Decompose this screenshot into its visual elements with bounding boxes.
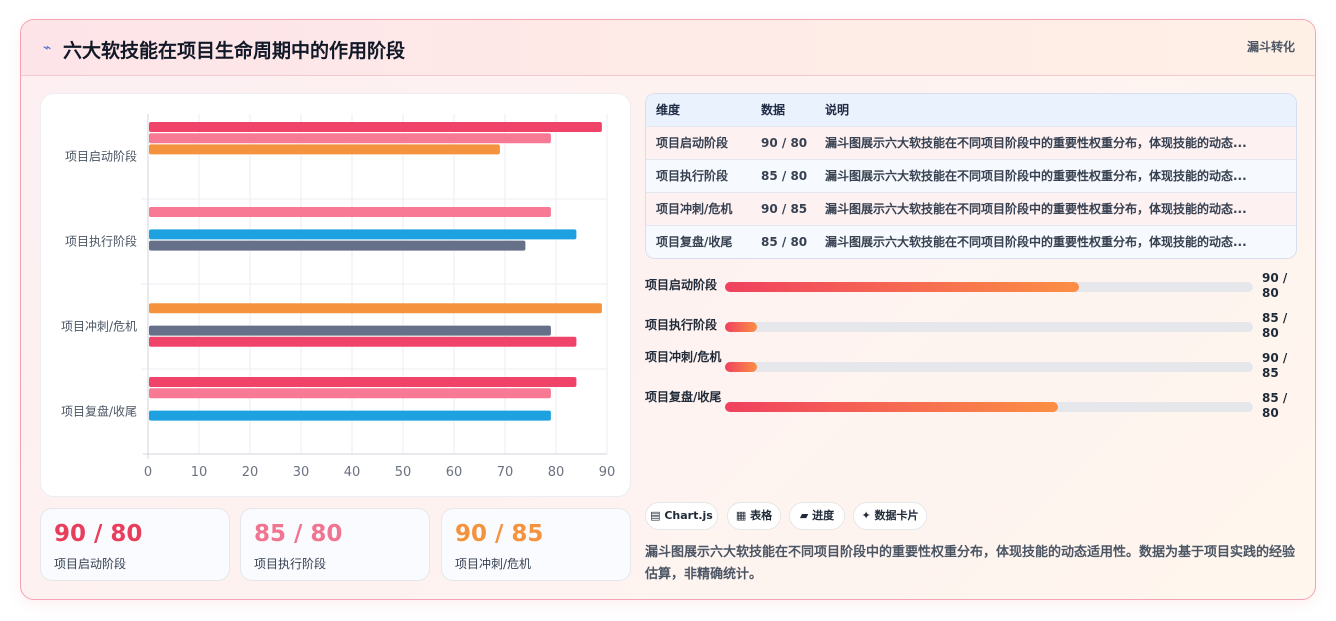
cell-dimension: 项目冲刺/危机 <box>656 202 733 216</box>
chip-chartjs[interactable]: ▤ Chart.js <box>645 502 718 530</box>
bar <box>149 240 526 251</box>
progress-track <box>725 282 1253 292</box>
progress-label: 项目执行阶段 <box>645 318 718 332</box>
bar <box>149 377 577 387</box>
bar <box>149 325 551 336</box>
cell-dimension: 项目复盘/收尾 <box>656 235 733 250</box>
progress-fill <box>725 322 757 332</box>
progress-label: 项目冲刺/危机 <box>645 350 722 364</box>
chart-type-tag: 漏斗转化 <box>1246 40 1295 54</box>
bar <box>149 122 602 132</box>
card-header: ⌁ 六大软技能在项目生命周期中的作用阶段 漏斗转化 <box>21 20 1315 76</box>
table-row: 项目冲刺/危机 90 / 85 漏斗图展示六大软技能在不同项目阶段中的重要性权重… <box>646 192 1296 225</box>
progress-label: 项目复盘/收尾 <box>645 390 722 404</box>
data-table: 维度 数据 说明 项目启动阶段 90 / 80 漏斗图展示六大软技能在不同项目阶… <box>645 93 1297 259</box>
cell-description: 漏斗图展示六大软技能在不同项目阶段中的重要性权重分布，体现技能的动态... <box>825 169 1247 183</box>
x-tick-label: 10 <box>191 465 208 480</box>
x-tick-label: 50 <box>395 465 412 480</box>
table-header-row: 维度 数据 说明 <box>646 94 1296 126</box>
bar <box>149 336 577 347</box>
x-tick-label: 40 <box>344 465 361 480</box>
x-tick-label: 70 <box>497 465 514 480</box>
x-tick-label: 60 <box>446 465 463 480</box>
progress-value: 90 /80 <box>1262 271 1288 300</box>
chip-data-card[interactable]: ✦ 数据卡片 <box>853 502 927 530</box>
cell-data: 85 / 80 <box>761 234 808 249</box>
category-label: 项目启动阶段 <box>65 149 137 164</box>
cell-description: 漏斗图展示六大软技能在不同项目阶段中的重要性权重分布，体现技能的动态... <box>825 136 1247 150</box>
kpi-card-execution: 85 / 80 项目执行阶段 <box>240 508 430 581</box>
progress-label: 项目启动阶段 <box>645 278 718 292</box>
progress-row-review: 项目复盘/收尾 85 /80 <box>645 390 1305 428</box>
progress-fill <box>725 282 1079 292</box>
bar <box>149 229 577 240</box>
chip-progress[interactable]: ▰ 进度 <box>789 502 845 530</box>
progress-row-execution: 项目执行阶段 85 /80 <box>645 311 1305 348</box>
x-tick-label: 0 <box>144 465 152 480</box>
progress-value: 85 /80 <box>1262 311 1288 340</box>
cell-dimension: 项目启动阶段 <box>656 136 729 150</box>
table-row: 项目执行阶段 85 / 80 漏斗图展示六大软技能在不同项目阶段中的重要性权重分… <box>646 159 1296 192</box>
cell-description: 漏斗图展示六大软技能在不同项目阶段中的重要性权重分布，体现技能的动态... <box>825 202 1247 216</box>
progress-fill <box>725 402 1058 412</box>
bar <box>149 303 602 314</box>
bar-chart: 0 10 20 30 40 50 60 70 80 90 项目启动阶段项目执行阶段项目冲刺/危机项目… <box>61 114 616 480</box>
bar <box>149 410 551 421</box>
progress-value: 85 /80 <box>1262 391 1288 420</box>
kpi-card-startup: 90 / 80 项目启动阶段 <box>40 508 230 581</box>
bar <box>149 207 551 217</box>
category-label: 项目执行阶段 <box>65 234 137 249</box>
kpi-label: 项目执行阶段 <box>254 557 327 571</box>
main-card: ⌁ 六大软技能在项目生命周期中的作用阶段 漏斗转化 0 10 20 30 40 50 60 7… <box>20 19 1316 600</box>
table-row: 项目启动阶段 90 / 80 漏斗图展示六大软技能在不同项目阶段中的重要性权重分… <box>646 126 1296 159</box>
kpi-label: 项目冲刺/危机 <box>455 557 532 571</box>
progress-fill <box>725 362 757 372</box>
table-row: 项目复盘/收尾 85 / 80 漏斗图展示六大软技能在不同项目阶段中的重要性权重… <box>646 225 1296 258</box>
kpi-value: 90 / 85 <box>455 521 544 547</box>
progress-row-sprint: 项目冲刺/危机 90 /85 <box>645 350 1305 388</box>
progress-track <box>725 322 1253 332</box>
cell-dimension: 项目执行阶段 <box>656 169 729 183</box>
x-tick-label: 80 <box>548 465 565 480</box>
footnote: 漏斗图展示六大软技能在不同项目阶段中的重要性权重分布，体现技能的动态适用性。数据… <box>645 545 1296 582</box>
bar <box>149 133 551 144</box>
cell-data: 90 / 80 <box>761 135 808 150</box>
bar <box>149 144 500 155</box>
lightning-icon: ⌁ <box>43 40 52 56</box>
x-tick-label: 20 <box>242 465 259 480</box>
progress-value: 90 /85 <box>1262 351 1288 380</box>
bar <box>149 388 551 399</box>
cell-data: 85 / 80 <box>761 168 808 183</box>
kpi-card-sprint: 90 / 85 项目冲刺/危机 <box>441 508 631 581</box>
cell-description: 漏斗图展示六大软技能在不同项目阶段中的重要性权重分布，体现技能的动态... <box>825 235 1247 250</box>
kpi-label: 项目启动阶段 <box>54 557 127 571</box>
page-title: 六大软技能在项目生命周期中的作用阶段 <box>63 40 406 62</box>
progress-row-startup: 项目启动阶段 90 /80 <box>645 271 1305 308</box>
col-header-dimension: 维度 <box>656 103 681 118</box>
category-label: 项目复盘/收尾 <box>61 404 137 419</box>
cell-data: 90 / 85 <box>761 201 808 216</box>
x-tick-label: 30 <box>293 465 310 480</box>
progress-track <box>725 362 1253 372</box>
col-header-description: 说明 <box>825 103 850 118</box>
col-header-data: 数据 <box>761 103 786 118</box>
x-tick-label: 90 <box>599 465 616 480</box>
kpi-value: 90 / 80 <box>54 521 143 547</box>
chart-panel: 0 10 20 30 40 50 60 70 80 90 项目启动阶段 项目执行阶段 项目冲刺/危机 项目… <box>40 93 631 497</box>
chip-table[interactable]: ▦ 表格 <box>727 502 781 530</box>
category-label: 项目冲刺/危机 <box>61 319 137 334</box>
kpi-value: 85 / 80 <box>254 521 343 547</box>
progress-track <box>725 402 1253 412</box>
